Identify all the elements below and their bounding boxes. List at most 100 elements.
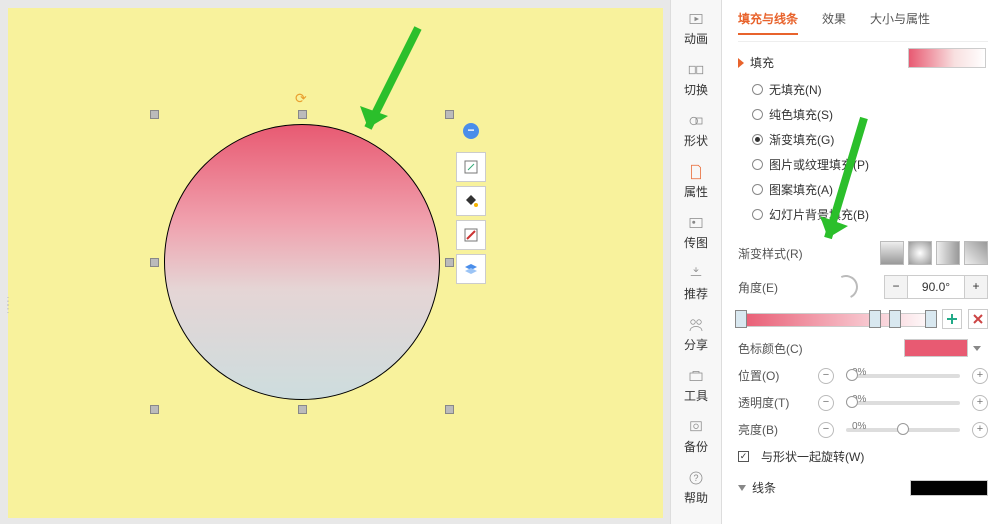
gradient-stop[interactable] [735,310,747,328]
rotate-handle[interactable]: ⟳ [295,90,309,104]
position-decrement[interactable]: − [818,368,834,384]
rail-label: 动画 [684,30,708,47]
brightness-decrement[interactable]: − [818,422,834,438]
shape-circle[interactable] [164,124,440,400]
brightness-slider[interactable]: 0% [846,428,960,432]
gradient-stop[interactable] [869,310,881,328]
resize-handle[interactable] [298,110,307,119]
resize-handle[interactable] [298,405,307,414]
preset-diag[interactable] [964,241,988,265]
resize-handle[interactable] [150,110,159,119]
radio-no-fill[interactable]: 无填充(N) [752,81,988,98]
brightness-increment[interactable]: + [972,422,988,438]
resize-handle[interactable] [445,258,454,267]
properties-panel: 填充与线条 效果 大小与属性 填充 无填充(N) 纯色填充(S) 渐变填充(G)… [722,0,988,524]
resize-handle[interactable] [445,110,454,119]
rail-label: 切换 [684,81,708,98]
radio-label: 图案填充(A) [769,181,833,198]
rail-label: 属性 [684,183,708,200]
rail-label: 形状 [684,132,708,149]
rail-label: 工具 [684,387,708,404]
svg-text:?: ? [693,473,698,483]
label: 渐变样式(R) [738,245,812,262]
stop-color-row: 色标颜色(C) [738,339,988,357]
tab-effect[interactable]: 效果 [822,10,846,35]
preset-linear-h[interactable] [936,241,960,265]
stop-color-picker[interactable] [904,339,968,357]
rotate-with-shape-row[interactable]: 与形状一起旋转(W) [738,448,988,465]
transparency-slider[interactable]: 0% [846,401,960,405]
rail-backup[interactable]: 备份 [671,414,721,459]
shape-selection[interactable]: ⟳ [154,114,450,410]
resize-handle[interactable] [150,405,159,414]
remove-stop-button[interactable] [968,309,988,329]
radio-pattern-fill[interactable]: 图案填充(A) [752,181,988,198]
rail-transition[interactable]: 切换 [671,57,721,102]
angle-stepper: − 90.0° + [884,275,988,299]
preset-radial[interactable] [908,241,932,265]
rail-label: 传图 [684,234,708,251]
rail-recommend[interactable]: 推荐 [671,261,721,306]
brightness-row: 亮度(B) − 0% + [738,421,988,438]
resize-handle[interactable] [445,405,454,414]
radio-solid-fill[interactable]: 纯色填充(S) [752,106,988,123]
label: 透明度(T) [738,394,812,411]
rail-label: 备份 [684,438,708,455]
rail-help[interactable]: ? 帮助 [671,465,721,510]
position-row: 位置(O) − 0% + [738,367,988,384]
checkbox-label: 与形状一起旋转(W) [761,448,864,465]
rail-tools[interactable]: 工具 [671,363,721,408]
angle-dial[interactable] [831,272,862,303]
angle-value[interactable]: 90.0° [907,276,965,298]
delete-shape-button[interactable]: − [463,123,479,139]
position-slider[interactable]: 0% [846,374,960,378]
radio-gradient-fill[interactable]: 渐变填充(G) [752,131,988,148]
gradient-stop[interactable] [889,310,901,328]
rotate-with-shape-checkbox[interactable] [738,451,749,462]
rail-animation[interactable]: 动画 [671,6,721,51]
fill-preview-swatch[interactable] [908,48,986,68]
radio-slidebg-fill[interactable]: 幻灯片背景填充(B) [752,206,988,223]
gradient-style-row: 渐变样式(R) [738,241,988,265]
gradient-presets [880,241,988,265]
shape-floating-toolbar [456,152,486,284]
label: 色标颜色(C) [738,340,812,357]
transparency-decrement[interactable]: − [818,395,834,411]
rail-share[interactable]: 分享 [671,312,721,357]
transparency-row: 透明度(T) − 0% + [738,394,988,411]
radio-picture-fill[interactable]: 图片或纹理填充(P) [752,156,988,173]
gradient-bar[interactable] [738,313,936,327]
slide[interactable]: ⟳ − [8,8,663,518]
fill-shape-button[interactable] [456,186,486,216]
label: 亮度(B) [738,421,812,438]
preset-linear[interactable] [880,241,904,265]
tab-fill-line[interactable]: 填充与线条 [738,10,798,35]
gradient-stops-row [738,309,988,329]
rail-label: 分享 [684,336,708,353]
caret-down-icon [738,58,744,68]
section-line-header[interactable]: 线条 [738,479,988,496]
edit-shape-button[interactable] [456,152,486,182]
gradient-stop[interactable] [925,310,937,328]
add-stop-button[interactable] [942,309,962,329]
tab-size-prop[interactable]: 大小与属性 [870,10,930,35]
rail-attributes[interactable]: 属性 [671,159,721,204]
side-rail: ⋮⋮⋮⋮⋮⋮ 动画 切换 形状 属性 传图 推荐 分享 工具 备份 ?帮助 [670,0,722,524]
angle-decrement[interactable]: − [885,276,907,298]
layer-shape-button[interactable] [456,254,486,284]
fill-type-radios: 无填充(N) 纯色填充(S) 渐变填充(G) 图片或纹理填充(P) 图案填充(A… [752,81,988,223]
line-preview-swatch[interactable] [910,480,988,496]
position-increment[interactable]: + [972,368,988,384]
resize-handle[interactable] [150,258,159,267]
outline-shape-button[interactable] [456,220,486,250]
caret-right-icon [738,485,746,491]
rail-label: 帮助 [684,489,708,506]
rail-shape[interactable]: 形状 [671,108,721,153]
radio-label: 纯色填充(S) [769,106,833,123]
radio-label: 图片或纹理填充(P) [769,156,869,173]
angle-increment[interactable]: + [965,276,987,298]
transparency-increment[interactable]: + [972,395,988,411]
drag-handle-icon[interactable]: ⋮⋮⋮⋮⋮⋮ [0,300,12,312]
label: 位置(O) [738,367,812,384]
rail-upload[interactable]: 传图 [671,210,721,255]
